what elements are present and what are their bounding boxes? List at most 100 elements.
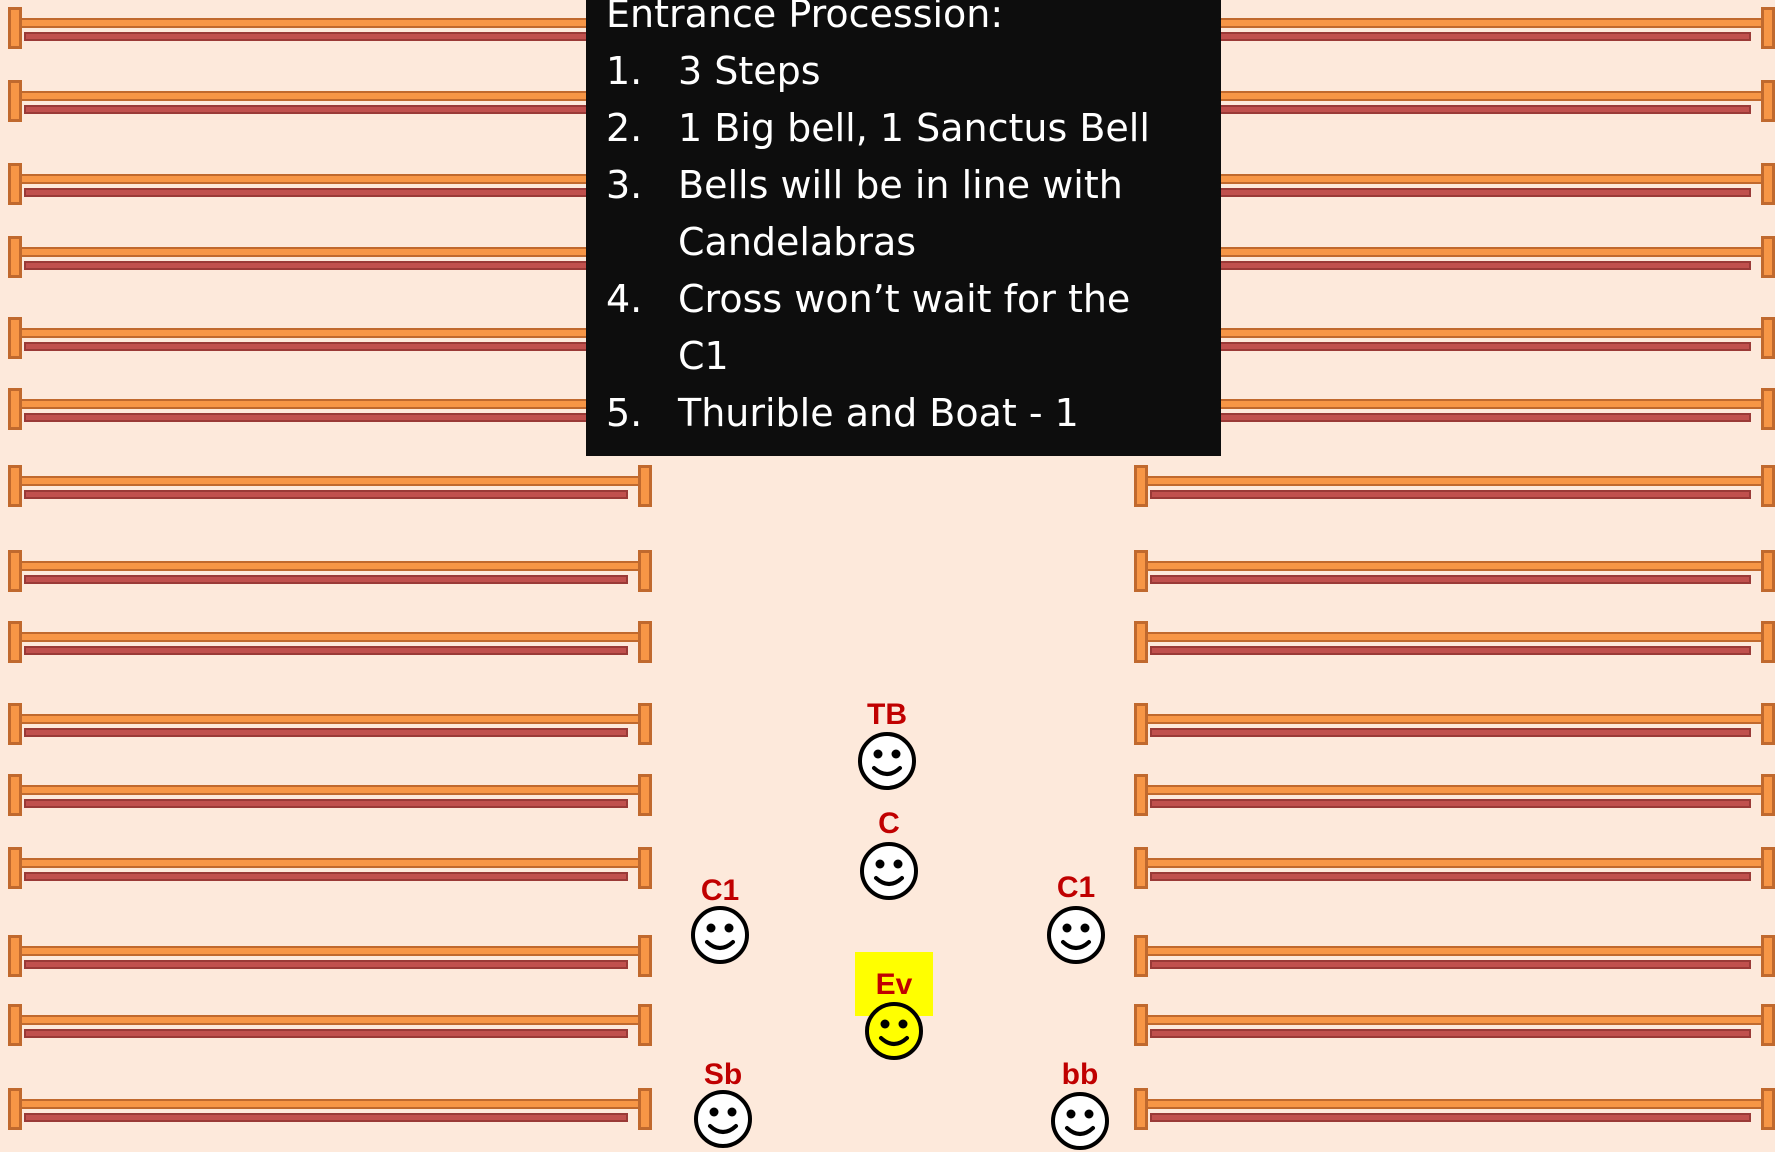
pew-seat xyxy=(8,18,652,28)
pew-right xyxy=(1134,236,1775,280)
pew-left xyxy=(8,7,652,51)
pew-back xyxy=(1150,1029,1751,1038)
pew-end-post xyxy=(8,550,22,592)
pew-back xyxy=(24,1113,628,1122)
pew-seat xyxy=(8,91,652,101)
pew-right xyxy=(1134,847,1775,891)
pew-end-post xyxy=(1761,388,1775,430)
instruction-text: 3 Steps xyxy=(678,49,821,93)
pew-seat xyxy=(1134,247,1775,257)
pew-right xyxy=(1134,317,1775,361)
pew-back xyxy=(1150,413,1751,422)
pew-seat xyxy=(8,328,652,338)
smiley-face-icon xyxy=(691,906,749,964)
pew-end-post xyxy=(638,847,652,889)
pew-back xyxy=(1150,728,1751,737)
instruction-text: C1 xyxy=(678,334,729,378)
instruction-text: Candelabras xyxy=(678,220,917,264)
pew-back xyxy=(1150,490,1751,499)
pew-left xyxy=(8,1088,652,1132)
pew-seat xyxy=(1134,18,1775,28)
pew-right xyxy=(1134,774,1775,818)
pew-seat xyxy=(1134,1015,1775,1025)
pew-end-post xyxy=(1761,465,1775,507)
pew-back xyxy=(24,872,628,881)
instruction-item: 4. Cross won’t wait for the C1 xyxy=(606,271,1205,385)
pew-right xyxy=(1134,80,1775,124)
pew-end-post xyxy=(8,388,22,430)
pew-seat xyxy=(1134,714,1775,724)
pew-seat xyxy=(1134,399,1775,409)
pew-left xyxy=(8,80,652,124)
person-label: C1 xyxy=(1056,871,1096,904)
pew-seat xyxy=(8,1099,652,1109)
pew-end-post xyxy=(8,774,22,816)
instruction-item: 1. 3 Steps xyxy=(606,43,1205,100)
pew-end-post xyxy=(1134,621,1148,663)
pew-seat xyxy=(1134,785,1775,795)
pew-end-post xyxy=(1761,80,1775,122)
pew-end-post xyxy=(638,774,652,816)
pew-left xyxy=(8,465,652,509)
pew-left xyxy=(8,388,652,432)
pew-left xyxy=(8,621,652,665)
pew-back xyxy=(24,646,628,655)
pew-end-post xyxy=(8,317,22,359)
pew-back xyxy=(1150,1113,1751,1122)
instruction-text: 1 Big bell, 1 Sanctus Bell xyxy=(678,106,1150,150)
pew-seat xyxy=(8,632,652,642)
pew-left xyxy=(8,550,652,594)
pew-end-post xyxy=(1134,935,1148,977)
pew-back xyxy=(24,261,628,270)
instruction-text: Cross won’t wait for the xyxy=(678,277,1131,321)
instruction-number: 4. xyxy=(606,277,643,321)
pew-left xyxy=(8,847,652,891)
smiley-face-icon xyxy=(860,842,918,900)
pew-back xyxy=(1150,960,1751,969)
pew-end-post xyxy=(1761,550,1775,592)
pew-end-post xyxy=(8,80,22,122)
pew-seat xyxy=(1134,328,1775,338)
instruction-item: 5. Thurible and Boat - 1 xyxy=(606,385,1205,442)
pew-seat xyxy=(1134,632,1775,642)
person-label: Sb xyxy=(703,1058,743,1091)
instructions-box: Entrance Procession: 1. 3 Steps 2. 1 Big… xyxy=(586,0,1221,456)
pew-back xyxy=(24,342,628,351)
pew-end-post xyxy=(8,465,22,507)
pew-end-post xyxy=(1761,621,1775,663)
pew-left xyxy=(8,1004,652,1048)
pew-end-post xyxy=(638,621,652,663)
pew-back xyxy=(1150,575,1751,584)
instruction-text: Thurible and Boat - 1 xyxy=(678,391,1079,435)
pew-end-post xyxy=(1761,163,1775,205)
pew-right xyxy=(1134,1004,1775,1048)
pew-end-post xyxy=(638,550,652,592)
pew-right xyxy=(1134,465,1775,509)
pew-left xyxy=(8,317,652,361)
instruction-item: 3. Bells will be in line with Candelabra… xyxy=(606,157,1205,271)
pew-end-post xyxy=(1134,774,1148,816)
pew-end-post xyxy=(1761,935,1775,977)
instruction-number: 1. xyxy=(606,49,643,93)
person-label: Ev xyxy=(875,968,913,1001)
instruction-text: Bells will be in line with xyxy=(678,163,1123,207)
instructions-title: Entrance Procession: xyxy=(606,0,1004,36)
pew-seat xyxy=(1134,561,1775,571)
pew-back xyxy=(1150,342,1751,351)
pew-end-post xyxy=(638,703,652,745)
pew-back xyxy=(24,575,628,584)
pew-seat xyxy=(8,247,652,257)
pew-seat xyxy=(8,858,652,868)
pew-back xyxy=(1150,261,1751,270)
pew-left xyxy=(8,703,652,747)
pew-end-post xyxy=(1134,703,1148,745)
pew-seat xyxy=(1134,91,1775,101)
pew-left xyxy=(8,236,652,280)
person-label: bb xyxy=(1061,1058,1099,1091)
pew-back xyxy=(24,960,628,969)
pew-end-post xyxy=(1134,465,1148,507)
pew-back xyxy=(1150,188,1751,197)
pew-seat xyxy=(8,476,652,486)
pew-back xyxy=(24,1029,628,1038)
pew-end-post xyxy=(1761,774,1775,816)
